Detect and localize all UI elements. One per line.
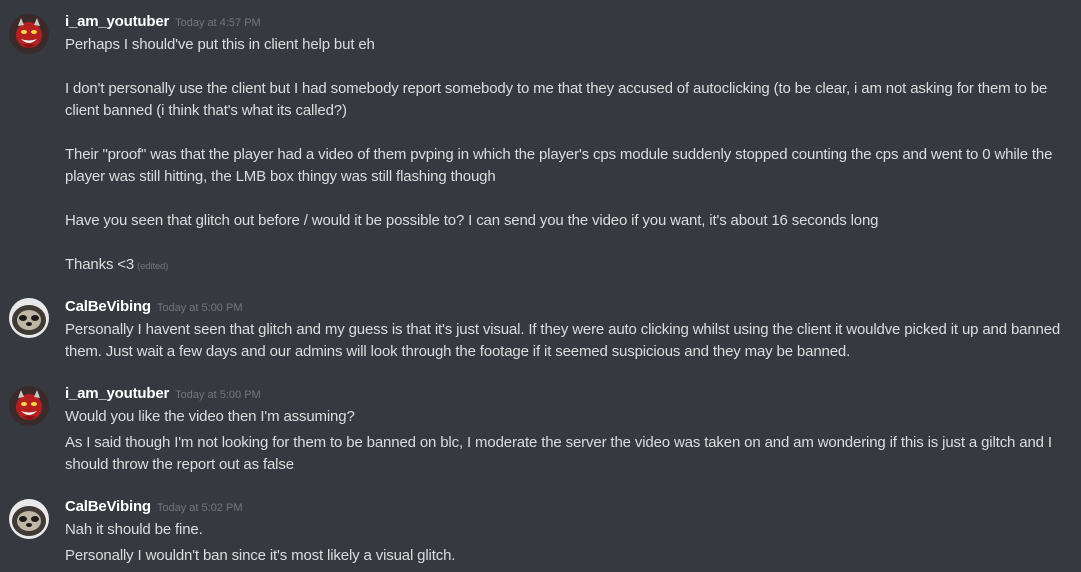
message-header: i_am_youtuber Today at 4:57 PM <box>65 13 261 33</box>
timestamp[interactable]: Today at 5:02 PM <box>157 502 243 514</box>
message-text: Personally I havent seen that glitch and… <box>65 321 1061 360</box>
username[interactable]: CalBeVibing <box>65 498 151 515</box>
username[interactable]: CalBeVibing <box>65 298 151 315</box>
message-text: Personally I wouldn't ban since it's mos… <box>65 547 456 564</box>
username[interactable]: i_am_youtuber <box>65 13 169 30</box>
message-text: Would you like the video then I'm assumi… <box>65 408 355 425</box>
username[interactable]: i_am_youtuber <box>65 385 169 402</box>
message-header: CalBeVibing Today at 5:00 PM <box>65 298 242 318</box>
message-text: I don't personally use the client but I … <box>65 80 1048 119</box>
sloth-avatar-icon[interactable] <box>9 499 49 539</box>
message-text: As I said though I'm not looking for the… <box>65 434 1052 473</box>
message-text: Have you seen that glitch out before / w… <box>65 212 879 229</box>
red-devil-avatar-icon[interactable] <box>9 14 49 54</box>
message-text: Their "proof" was that the player had a … <box>65 146 1053 185</box>
message-header: i_am_youtuber Today at 5:00 PM <box>65 385 261 405</box>
message-text-with-edit: Thanks <3 (edited) <box>65 254 1075 278</box>
timestamp[interactable]: Today at 5:00 PM <box>157 302 243 314</box>
message-header: CalBeVibing Today at 5:02 PM <box>65 498 242 518</box>
chat-message-list: i_am_youtuber Today at 4:57 PM Perhaps I … <box>0 0 1081 572</box>
message-text: Thanks <3 <box>65 256 135 273</box>
red-devil-avatar-icon[interactable] <box>9 386 49 426</box>
timestamp[interactable]: Today at 4:57 PM <box>175 17 261 29</box>
message-text: Nah it should be fine. <box>65 521 203 538</box>
sloth-avatar-icon[interactable] <box>9 298 49 338</box>
timestamp[interactable]: Today at 5:00 PM <box>175 389 261 401</box>
message-text: Perhaps I should've put this in client h… <box>65 36 375 53</box>
edited-label: (edited) <box>137 261 169 272</box>
